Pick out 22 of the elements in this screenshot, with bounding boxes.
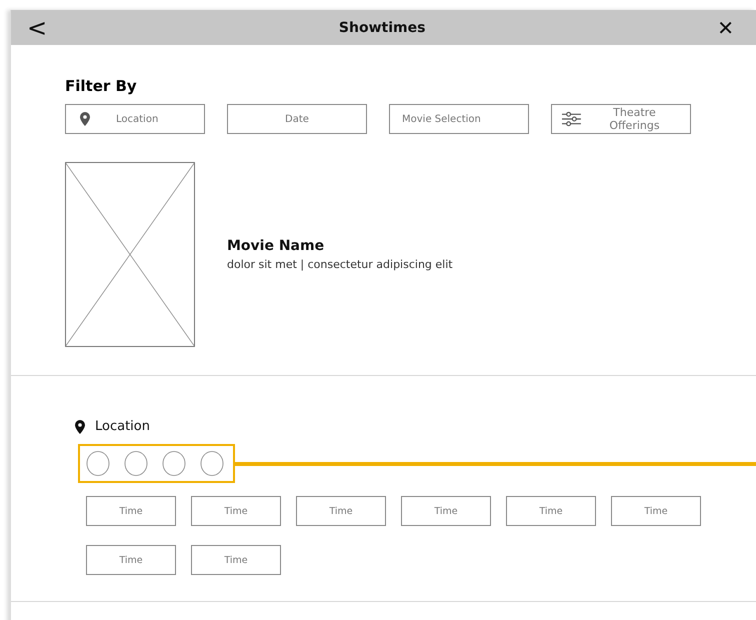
back-button[interactable]: < bbox=[27, 14, 48, 42]
location-pin-icon bbox=[80, 112, 90, 126]
location-label: Location bbox=[95, 419, 150, 434]
movie-details: dolor sit met | consectetur adipiscing elit bbox=[227, 258, 453, 271]
time-button[interactable]: Time bbox=[296, 496, 386, 526]
filter-heading: Filter By bbox=[65, 77, 138, 95]
filter-field[interactable]: Location bbox=[65, 104, 205, 134]
window-title: Showtimes bbox=[338, 20, 426, 36]
movie-name: Movie Name bbox=[227, 238, 326, 254]
location-pin-icon bbox=[75, 420, 85, 434]
close-button[interactable]: ✕ bbox=[717, 16, 734, 40]
time-button[interactable]: Time bbox=[86, 496, 176, 526]
time-button[interactable]: Time bbox=[506, 496, 596, 526]
filter-field[interactable]: Theatre Offerings bbox=[551, 104, 691, 134]
time-button[interactable]: Time bbox=[401, 496, 491, 526]
time-button[interactable]: Time bbox=[191, 545, 281, 575]
filter-field[interactable]: Date bbox=[227, 104, 367, 134]
time-button[interactable]: Time bbox=[86, 545, 176, 575]
sliders-icon bbox=[562, 111, 581, 127]
time-button[interactable]: Time bbox=[611, 496, 701, 526]
filter-field[interactable]: Movie Selection bbox=[389, 104, 529, 134]
time-button[interactable]: Time bbox=[191, 496, 281, 526]
